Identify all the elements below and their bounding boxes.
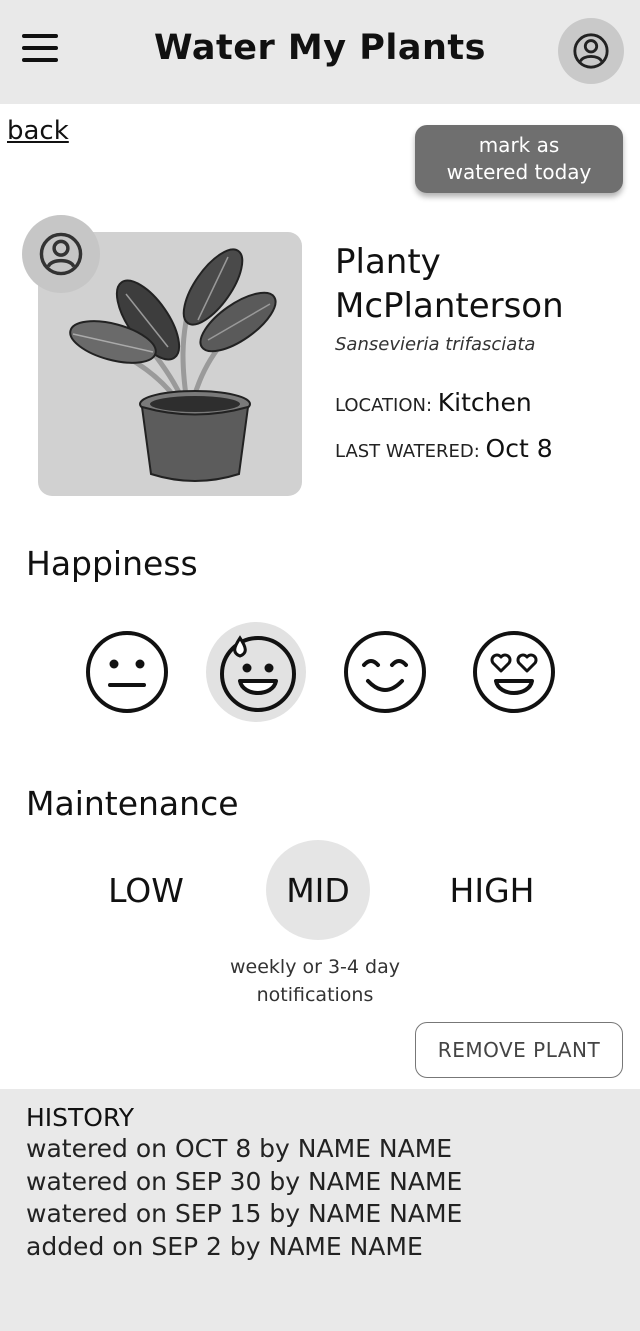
- maintenance-high-option[interactable]: HIGH: [440, 840, 544, 940]
- remove-plant-button[interactable]: REMOVE PLANT: [415, 1022, 623, 1078]
- happiness-smiling-face[interactable]: [335, 622, 435, 722]
- history-item: watered on OCT 8 by NAME NAME: [26, 1134, 453, 1163]
- mark-watered-button[interactable]: mark as watered today: [415, 125, 623, 193]
- maintenance-note: weekly or 3-4 day notifications: [195, 953, 435, 1009]
- happiness-title: Happiness: [26, 544, 198, 583]
- mark-watered-label-line2: watered today: [446, 160, 592, 184]
- smiling-face-icon: [344, 631, 426, 713]
- mark-watered-label-line1: mark as: [478, 133, 560, 157]
- app-header: Water My Plants: [0, 0, 640, 104]
- heart-eyes-face-icon: [473, 631, 555, 713]
- plant-owner-avatar[interactable]: [22, 215, 100, 293]
- maintenance-title: Maintenance: [26, 784, 239, 823]
- maintenance-mid-option[interactable]: MID: [266, 840, 370, 940]
- sweat-smile-face-icon: [220, 635, 296, 712]
- history-item: watered on SEP 30 by NAME NAME: [26, 1166, 463, 1196]
- happiness-heart-eyes-face[interactable]: [464, 622, 564, 722]
- profile-button[interactable]: [558, 18, 624, 84]
- plant-name-line1: Planty: [335, 242, 441, 282]
- history-panel: HISTORY watered on OCT 8 by NAME NAME wa…: [0, 1089, 640, 1331]
- app-title: Water My Plants: [154, 28, 486, 68]
- maintenance-low-option[interactable]: LOW: [94, 840, 198, 940]
- history-item: watered on SEP 15 by NAME NAME: [26, 1199, 463, 1228]
- maintenance-note-line1: weekly or 3-4 day: [230, 956, 400, 978]
- user-circle-icon: [573, 33, 609, 69]
- back-link[interactable]: back: [7, 116, 69, 146]
- user-circle-icon: [39, 232, 83, 276]
- happiness-sweat-smile-face[interactable]: [206, 622, 306, 722]
- last-watered-label: LAST WATERED:: [335, 441, 480, 462]
- last-watered-field: LAST WATERED: Oct 8: [335, 434, 553, 463]
- neutral-face-icon: [86, 631, 168, 713]
- location-label: LOCATION:: [335, 395, 433, 416]
- plant-species: Sansevieria trifasciata: [335, 334, 536, 355]
- history-title: HISTORY: [26, 1103, 135, 1132]
- plant-name-line2: McPlanterson: [335, 286, 564, 326]
- location-field: LOCATION: Kitchen: [335, 388, 532, 417]
- location-value: Kitchen: [437, 388, 532, 417]
- maintenance-note-line2: notifications: [256, 984, 374, 1006]
- plant-name: Planty McPlanterson: [335, 240, 625, 328]
- history-item: added on SEP 2 by NAME NAME: [26, 1231, 423, 1261]
- happiness-neutral-face[interactable]: [77, 622, 177, 722]
- last-watered-value: Oct 8: [485, 434, 553, 463]
